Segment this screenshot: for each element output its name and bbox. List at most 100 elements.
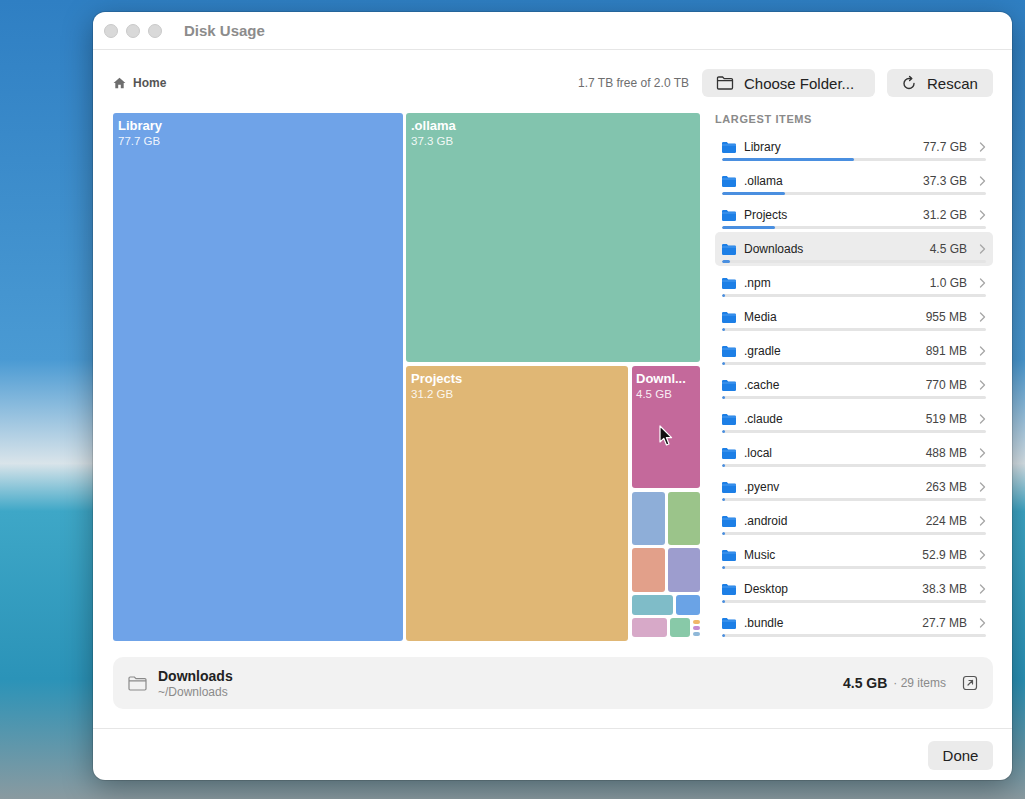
- treemap-row: Projects31.2 GBDownl...4.5 GB: [406, 366, 700, 641]
- size-bar-fill: [722, 566, 725, 569]
- toolbar: Home1.7 TB free of 2.0 TBChoose Folder..…: [113, 69, 993, 97]
- folder-icon: [722, 210, 736, 221]
- done-button[interactable]: Done: [928, 741, 993, 770]
- chevron-right-icon: [979, 550, 986, 560]
- item-size: 31.2 GB: [923, 208, 967, 222]
- item-row[interactable]: .ollama37.3 GB: [715, 164, 993, 198]
- rescan-button[interactable]: Rescan: [887, 69, 993, 97]
- chevron-right-icon: [979, 448, 986, 458]
- item-line: .pyenv263 MB: [722, 480, 986, 494]
- treemap-tile[interactable]: [632, 618, 667, 637]
- size-bar-fill: [722, 532, 725, 535]
- item-row[interactable]: Projects31.2 GB: [715, 198, 993, 232]
- size-bar-fill: [722, 260, 730, 263]
- desktop: Disk UsageHome1.7 TB free of 2.0 TBChoos…: [0, 0, 1025, 799]
- item-name: .cache: [744, 378, 918, 392]
- breadcrumb[interactable]: Home: [113, 76, 166, 90]
- item-size: 4.5 GB: [930, 242, 967, 256]
- item-row[interactable]: .local488 MB: [715, 436, 993, 470]
- treemap-tile[interactable]: .ollama37.3 GB: [406, 113, 700, 362]
- disk-usage-window: Disk UsageHome1.7 TB free of 2.0 TBChoos…: [93, 12, 1012, 780]
- item-row[interactable]: Library77.7 GB: [715, 130, 993, 164]
- item-row[interactable]: .android224 MB: [715, 504, 993, 538]
- item-line: Music52.9 MB: [722, 548, 986, 562]
- treemap-tile[interactable]: Library77.7 GB: [113, 113, 403, 641]
- size-bar: [722, 362, 986, 365]
- tile-name: Projects: [411, 371, 462, 387]
- choose-folder-button[interactable]: Choose Folder...: [702, 69, 875, 97]
- item-name: Desktop: [744, 582, 914, 596]
- item-row[interactable]: .cache770 MB: [715, 368, 993, 402]
- item-name: .ollama: [744, 174, 915, 188]
- item-size: 519 MB: [926, 412, 967, 426]
- item-name: .claude: [744, 412, 918, 426]
- small-tile-row: [632, 618, 700, 637]
- treemap-tile[interactable]: [668, 492, 701, 545]
- size-bar: [722, 396, 986, 399]
- treemap-tile[interactable]: [693, 632, 700, 636]
- chevron-right-icon: [979, 346, 986, 356]
- section-heading: LARGEST ITEMS: [715, 113, 993, 130]
- folder-icon: [722, 176, 736, 187]
- item-row[interactable]: Music52.9 MB: [715, 538, 993, 572]
- folder-icon: [722, 414, 736, 425]
- minimize-button[interactable]: [126, 24, 140, 38]
- treemap-column: .ollama37.3 GBProjects31.2 GBDownl...4.5…: [406, 113, 700, 641]
- item-row[interactable]: .claude 519 MB: [715, 402, 993, 436]
- item-row[interactable]: Downloads4.5 GB: [715, 232, 993, 266]
- item-line: Library77.7 GB: [722, 140, 986, 154]
- treemap-tile[interactable]: [668, 548, 701, 592]
- size-bar-fill: [722, 192, 785, 195]
- tile-size: 37.3 GB: [411, 134, 453, 148]
- treemap-tile[interactable]: [632, 492, 665, 545]
- folder-icon: [716, 76, 734, 90]
- folder-icon: [722, 618, 736, 629]
- size-bar: [722, 600, 986, 603]
- size-bar: [722, 566, 986, 569]
- folder-icon: [722, 278, 736, 289]
- item-name: .npm: [744, 276, 922, 290]
- chevron-right-icon: [979, 482, 986, 492]
- size-bar: [722, 158, 986, 161]
- treemap-tile[interactable]: [693, 626, 700, 630]
- item-line: .cache770 MB: [722, 378, 986, 392]
- tile-size: 77.7 GB: [118, 134, 160, 148]
- item-line: .android224 MB: [722, 514, 986, 528]
- treemap-tile[interactable]: Downl...4.5 GB: [632, 366, 700, 488]
- size-bar: [722, 464, 986, 467]
- chevron-right-icon: [979, 380, 986, 390]
- item-row[interactable]: .gradle 891 MB: [715, 334, 993, 368]
- item-size: 224 MB: [926, 514, 967, 528]
- item-row[interactable]: .npm1.0 GB: [715, 266, 993, 300]
- zoom-button[interactable]: [148, 24, 162, 38]
- treemap-tile[interactable]: Projects31.2 GB: [406, 366, 628, 641]
- treemap-tile[interactable]: [670, 618, 690, 637]
- item-line: .ollama37.3 GB: [722, 174, 986, 188]
- item-size: 52.9 MB: [922, 548, 967, 562]
- reveal-in-finder-icon[interactable]: [962, 675, 978, 691]
- selection-count: · 29 items: [893, 676, 946, 690]
- item-row[interactable]: Media955 MB: [715, 300, 993, 334]
- item-size: 27.7 MB: [922, 616, 967, 630]
- item-row[interactable]: .pyenv263 MB: [715, 470, 993, 504]
- item-line: .claude 519 MB: [722, 412, 986, 426]
- item-size: 891 MB: [926, 344, 967, 358]
- treemap-tile[interactable]: [632, 595, 673, 615]
- item-row[interactable]: .bundle27.7 MB: [715, 606, 993, 640]
- item-line: .local488 MB: [722, 446, 986, 460]
- tile-name: Library: [118, 118, 162, 134]
- size-bar-fill: [722, 294, 725, 297]
- treemap-tile[interactable]: [676, 595, 700, 615]
- chevron-right-icon: [979, 584, 986, 594]
- close-button[interactable]: [104, 24, 118, 38]
- treemap-tile[interactable]: [693, 620, 700, 624]
- size-bar-fill: [722, 634, 725, 637]
- item-name: .gradle: [744, 344, 918, 358]
- folder-icon: [722, 550, 736, 561]
- treemap-tile[interactable]: [632, 548, 665, 592]
- tile-size: 4.5 GB: [636, 387, 672, 401]
- item-line: Desktop38.3 MB: [722, 582, 986, 596]
- folder-icon: [722, 380, 736, 391]
- item-row[interactable]: Desktop38.3 MB: [715, 572, 993, 606]
- item-name: .local: [744, 446, 918, 460]
